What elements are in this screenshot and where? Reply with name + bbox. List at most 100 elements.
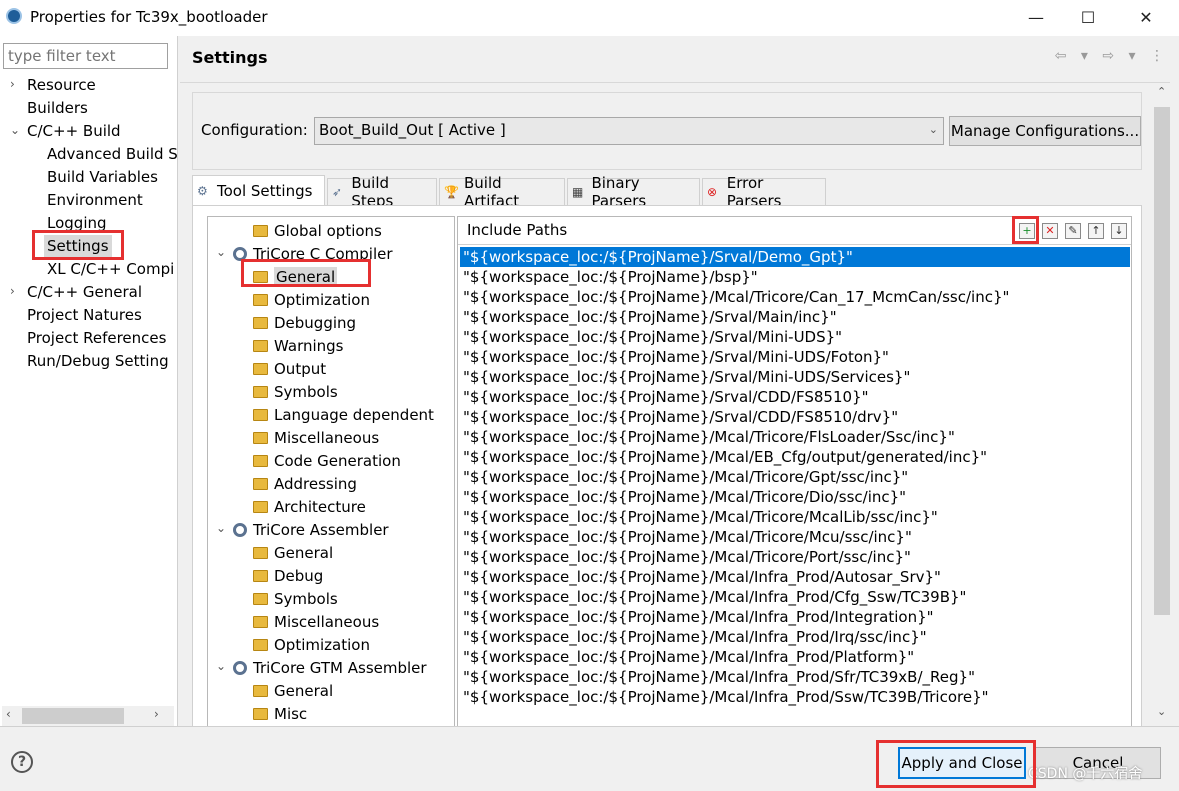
tree-item-output[interactable]: Output bbox=[253, 358, 326, 380]
minimize-button[interactable]: — bbox=[1010, 0, 1062, 34]
folder-icon bbox=[253, 685, 268, 697]
include-path-row[interactable]: "${workspace_loc:/${ProjName}/Mcal/Infra… bbox=[460, 627, 1130, 647]
include-path-row[interactable]: "${workspace_loc:/${ProjName}/Srval/Mini… bbox=[460, 327, 1130, 347]
include-path-row[interactable]: "${workspace_loc:/${ProjName}/Mcal/Trico… bbox=[460, 467, 1130, 487]
nav-item-builders[interactable]: Builders bbox=[27, 97, 88, 119]
include-path-row[interactable]: "${workspace_loc:/${ProjName}/Mcal/Infra… bbox=[460, 667, 1130, 687]
chevron-down-icon[interactable]: ⌄ bbox=[10, 123, 20, 137]
tree-item-addressing[interactable]: Addressing bbox=[253, 473, 357, 495]
folder-icon bbox=[253, 616, 268, 628]
tree-item-general[interactable]: General bbox=[253, 542, 333, 564]
tab-build-steps[interactable]: ➶ Build Steps bbox=[327, 174, 437, 210]
folder-icon bbox=[253, 317, 268, 329]
tree-item-debug[interactable]: Debug bbox=[253, 565, 323, 587]
tab-build-artifact[interactable]: 🏆 Build Artifact bbox=[439, 174, 565, 210]
include-path-row[interactable]: "${workspace_loc:/${ProjName}/Srval/Mini… bbox=[460, 347, 1130, 367]
scroll-right-icon[interactable]: › bbox=[154, 707, 159, 721]
move-up-icon[interactable]: ↑ bbox=[1088, 223, 1104, 239]
chevron-down-icon: ⌄ bbox=[928, 123, 938, 136]
include-path-row[interactable]: "${workspace_loc:/${ProjName}/Srval/Demo… bbox=[460, 247, 1130, 267]
configuration-select[interactable]: Boot_Build_Out [ Active ] ⌄ bbox=[314, 117, 944, 145]
error-parsers-icon: ⊗ bbox=[707, 185, 718, 199]
include-path-row[interactable]: "${workspace_loc:/${ProjName}/Mcal/Trico… bbox=[460, 487, 1130, 507]
nav-item-c-c-general[interactable]: C/C++ General bbox=[27, 281, 142, 303]
nav-item-xl-c-c-compi[interactable]: XL C/C++ Compi bbox=[47, 258, 174, 280]
tree-item-label: Misc bbox=[274, 705, 308, 723]
chevron-down-icon[interactable]: ⌄ bbox=[216, 659, 226, 673]
tree-item-symbols[interactable]: Symbols bbox=[253, 381, 338, 403]
tree-item-optimization[interactable]: Optimization bbox=[253, 289, 370, 311]
tree-item-miscellaneous[interactable]: Miscellaneous bbox=[253, 427, 379, 449]
include-path-row[interactable]: "${workspace_loc:/${ProjName}/Mcal/Trico… bbox=[460, 507, 1130, 527]
chevron-down-icon[interactable]: ⌄ bbox=[216, 245, 226, 259]
annotation-box-add bbox=[1012, 216, 1039, 244]
include-path-row[interactable]: "${workspace_loc:/${ProjName}/Srval/CDD/… bbox=[460, 407, 1130, 427]
tree-item-language-dependent[interactable]: Language dependent bbox=[253, 404, 434, 426]
folder-icon bbox=[253, 639, 268, 651]
nav-item-resource[interactable]: Resource bbox=[27, 74, 96, 96]
nav-item-build-variables[interactable]: Build Variables bbox=[47, 166, 158, 188]
include-paths-list: "${workspace_loc:/${ProjName}/Srval/Demo… bbox=[460, 247, 1130, 707]
chevron-right-icon[interactable]: › bbox=[10, 284, 15, 298]
edit-icon[interactable]: ✎ bbox=[1065, 223, 1081, 239]
scroll-thumb[interactable] bbox=[22, 708, 124, 724]
nav-horizontal-scrollbar[interactable]: ‹ › bbox=[2, 706, 174, 726]
scroll-left-icon[interactable]: ‹ bbox=[6, 707, 11, 721]
nav-item-c-c-build[interactable]: C/C++ Build bbox=[27, 120, 121, 142]
include-path-row[interactable]: "${workspace_loc:/${ProjName}/Mcal/Infra… bbox=[460, 587, 1130, 607]
tree-item-optimization[interactable]: Optimization bbox=[253, 634, 370, 656]
nav-item-project-references[interactable]: Project References bbox=[27, 327, 166, 349]
include-path-row[interactable]: "${workspace_loc:/${ProjName}/Mcal/Trico… bbox=[460, 527, 1130, 547]
tree-item-architecture[interactable]: Architecture bbox=[253, 496, 366, 518]
delete-icon[interactable]: ✕ bbox=[1042, 223, 1058, 239]
include-path-row[interactable]: "${workspace_loc:/${ProjName}/Srval/Mini… bbox=[460, 367, 1130, 387]
content-vertical-scrollbar[interactable]: ⌃ ⌄ bbox=[1152, 85, 1172, 725]
include-path-row[interactable]: "${workspace_loc:/${ProjName}/Mcal/Infra… bbox=[460, 567, 1130, 587]
include-path-row[interactable]: "${workspace_loc:/${ProjName}/bsp}" bbox=[460, 267, 1130, 287]
history-nav-icons[interactable]: ⇦ ▾ ⇨ ▾ ⋮ bbox=[1055, 48, 1169, 64]
nav-item-environment[interactable]: Environment bbox=[47, 189, 143, 211]
include-path-row[interactable]: "${workspace_loc:/${ProjName}/Mcal/Infra… bbox=[460, 607, 1130, 627]
tree-item-code-generation[interactable]: Code Generation bbox=[253, 450, 401, 472]
scroll-thumb[interactable] bbox=[1154, 107, 1170, 615]
tab-binary-parsers[interactable]: ▦ Binary Parsers bbox=[567, 174, 700, 210]
nav-item-run-debug-setting[interactable]: Run/Debug Setting bbox=[27, 350, 169, 372]
filter-input[interactable] bbox=[3, 43, 168, 69]
tree-item-label: Miscellaneous bbox=[274, 613, 380, 631]
nav-item-advanced-build-s[interactable]: Advanced Build S bbox=[47, 143, 178, 165]
scroll-up-icon[interactable]: ⌃ bbox=[1157, 85, 1166, 98]
tree-item-misc[interactable]: Misc bbox=[253, 703, 307, 725]
tree-item-debugging[interactable]: Debugging bbox=[253, 312, 356, 334]
include-path-row[interactable]: "${workspace_loc:/${ProjName}/Srval/Main… bbox=[460, 307, 1130, 327]
nav-item-project-natures[interactable]: Project Natures bbox=[27, 304, 142, 326]
include-path-row[interactable]: "${workspace_loc:/${ProjName}/Mcal/Infra… bbox=[460, 687, 1130, 707]
include-path-row[interactable]: "${workspace_loc:/${ProjName}/Mcal/Trico… bbox=[460, 287, 1130, 307]
tree-item-symbols[interactable]: Symbols bbox=[253, 588, 338, 610]
include-path-row[interactable]: "${workspace_loc:/${ProjName}/Mcal/Trico… bbox=[460, 547, 1130, 567]
chevron-right-icon[interactable]: › bbox=[10, 77, 15, 91]
tree-item-warnings[interactable]: Warnings bbox=[253, 335, 344, 357]
help-icon[interactable]: ? bbox=[11, 751, 33, 773]
move-down-icon[interactable]: ↓ bbox=[1111, 223, 1127, 239]
tree-item-label: Code Generation bbox=[274, 452, 401, 470]
include-path-row[interactable]: "${workspace_loc:/${ProjName}/Srval/CDD/… bbox=[460, 387, 1130, 407]
chevron-down-icon[interactable]: ⌄ bbox=[216, 521, 226, 535]
include-path-row[interactable]: "${workspace_loc:/${ProjName}/Mcal/Trico… bbox=[460, 427, 1130, 447]
maximize-button[interactable]: ☐ bbox=[1062, 0, 1114, 34]
tab-tool-settings[interactable]: ⚙ Tool Settings bbox=[192, 175, 325, 205]
tab-error-parsers[interactable]: ⊗ Error Parsers bbox=[702, 174, 826, 210]
scroll-down-icon[interactable]: ⌄ bbox=[1157, 705, 1166, 718]
tree-item-miscellaneous[interactable]: Miscellaneous bbox=[253, 611, 379, 633]
tree-item-global-options[interactable]: Global options bbox=[253, 220, 382, 242]
tree-item-label: Warnings bbox=[274, 337, 344, 355]
folder-icon bbox=[253, 363, 268, 375]
tree-item-general[interactable]: General bbox=[253, 680, 333, 702]
manage-configurations-button[interactable]: Manage Configurations... bbox=[949, 116, 1141, 146]
folder-icon bbox=[253, 547, 268, 559]
include-path-row[interactable]: "${workspace_loc:/${ProjName}/Mcal/Infra… bbox=[460, 647, 1130, 667]
tree-item-tricore-gtm-assembler[interactable]: TriCore GTM Assembler bbox=[233, 657, 427, 679]
tree-item-label: Output bbox=[274, 360, 327, 378]
include-path-row[interactable]: "${workspace_loc:/${ProjName}/Mcal/EB_Cf… bbox=[460, 447, 1130, 467]
close-button[interactable]: ✕ bbox=[1120, 0, 1172, 34]
tree-item-tricore-assembler[interactable]: TriCore Assembler bbox=[233, 519, 389, 541]
